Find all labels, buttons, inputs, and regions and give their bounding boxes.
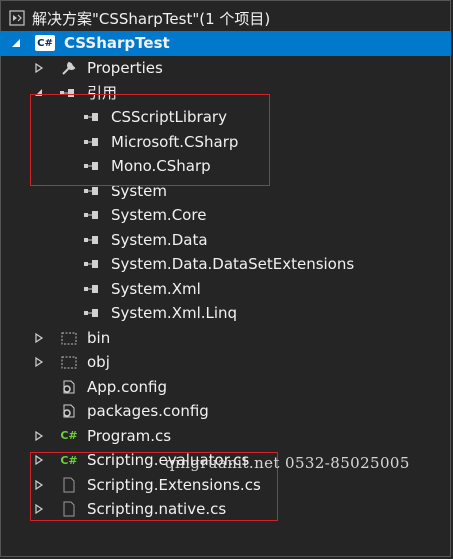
reference-item[interactable]: System.Data.DataSetExtensions [0, 252, 451, 277]
collapsed-arrow-icon[interactable] [33, 430, 45, 442]
solution-title: 解决方案"CSSharpTest"(1 个项目) [32, 9, 271, 28]
packages-config-label: packages.config [87, 402, 209, 421]
project-name: CSSharpTest [64, 34, 170, 53]
reference-label: System.Xml.Linq [111, 304, 238, 323]
csharp-file-icon: C# [60, 429, 78, 443]
folder-icon [60, 329, 78, 347]
reference-label: System.Core [111, 206, 207, 225]
solution-icon [8, 9, 26, 27]
tree-item-app-config[interactable]: App.config [0, 375, 451, 400]
tree-item-program[interactable]: C# Program.cs [0, 424, 451, 449]
watermark-text: qingruanit.net 0532-85025005 [165, 454, 410, 472]
csharp-project-icon: C# [35, 35, 55, 52]
reference-icon [82, 255, 100, 273]
tree-item-packages-config[interactable]: packages.config [0, 399, 451, 424]
collapsed-arrow-icon[interactable] [33, 62, 45, 74]
reference-item[interactable]: System.Xml.Linq [0, 301, 451, 326]
config-file-icon [60, 378, 78, 396]
reference-label: System.Xml [111, 279, 201, 298]
properties-label: Properties [87, 59, 163, 78]
config-file-icon [60, 402, 78, 420]
project-badge: C# [37, 37, 53, 49]
reference-icon [82, 231, 100, 249]
tree-item-properties[interactable]: Properties [0, 56, 451, 81]
collapsed-arrow-icon[interactable] [33, 332, 45, 344]
tree-item-obj[interactable]: obj [0, 350, 451, 375]
obj-label: obj [87, 353, 110, 372]
project-row[interactable]: C# CSSharpTest [0, 31, 451, 56]
reference-item[interactable]: System.Xml [0, 277, 451, 302]
reference-icon [82, 206, 100, 224]
reference-label: System.Data.DataSetExtensions [111, 255, 355, 274]
solution-row[interactable]: 解决方案"CSSharpTest"(1 个项目) [0, 6, 451, 31]
reference-icon [82, 304, 100, 322]
reference-item[interactable]: System.Core [0, 203, 451, 228]
collapsed-arrow-icon[interactable] [33, 356, 45, 368]
tree-item-bin[interactable]: bin [0, 326, 451, 351]
program-label: Program.cs [87, 426, 172, 445]
app-config-label: App.config [87, 377, 167, 396]
reference-item[interactable]: System.Data [0, 228, 451, 253]
bin-label: bin [87, 328, 111, 347]
references-highlight-box [30, 94, 270, 186]
reference-icon [82, 280, 100, 298]
reference-label: System.Data [111, 230, 208, 249]
folder-icon [60, 353, 78, 371]
wrench-icon [60, 59, 78, 77]
expanded-arrow-icon[interactable] [10, 37, 22, 49]
